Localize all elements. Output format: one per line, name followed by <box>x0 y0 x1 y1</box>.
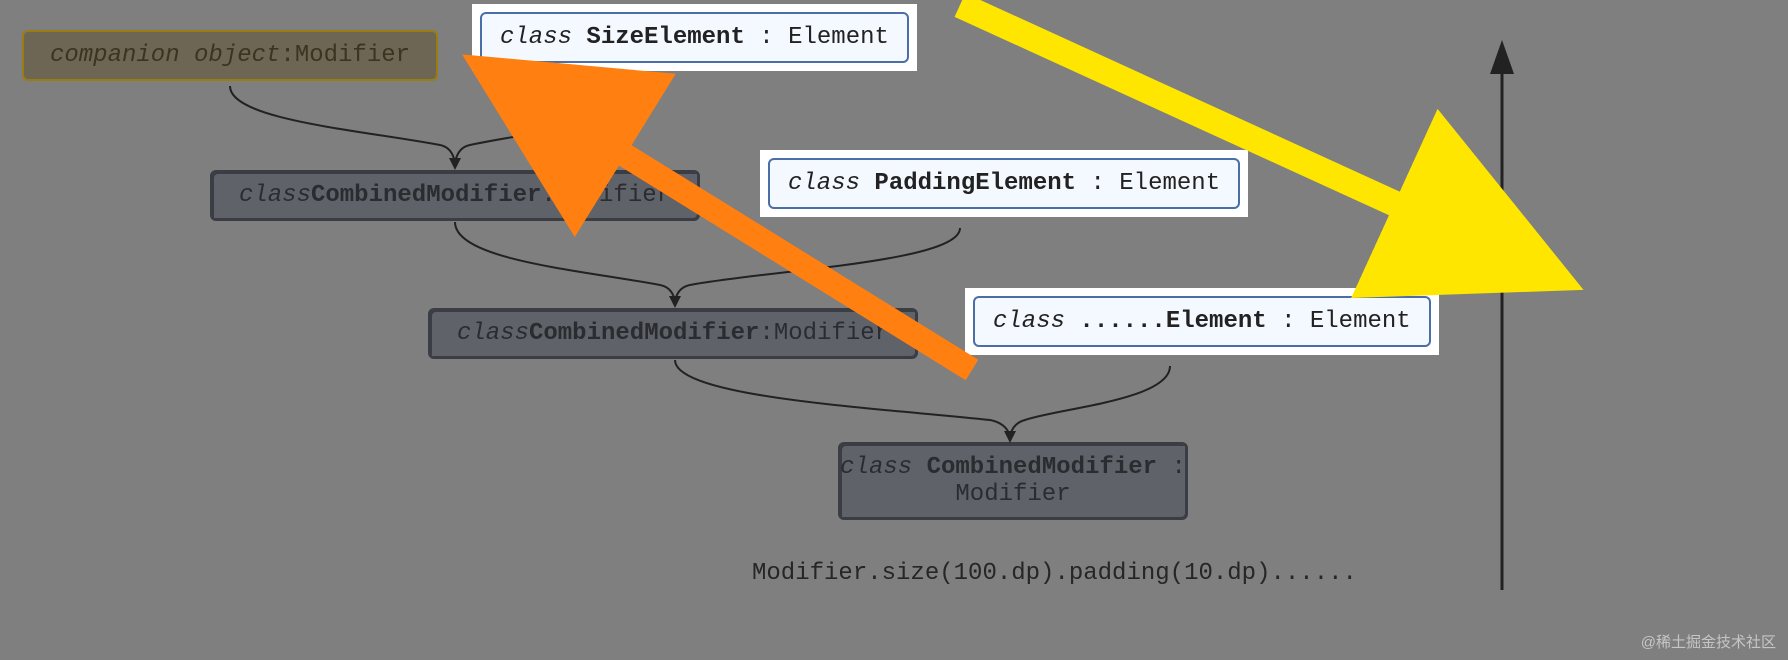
type: Modifier <box>774 320 889 347</box>
code-line: Modifier.size(100.dp).padding(10.dp)....… <box>752 560 1357 587</box>
name: CombinedModifier <box>529 320 759 347</box>
name: ......Element <box>1079 308 1266 335</box>
node-padding-element: class PaddingElement : Element <box>768 158 1240 209</box>
name: SizeElement <box>586 24 744 51</box>
sep: : <box>280 42 294 69</box>
node-size-element: class SizeElement : Element <box>480 12 909 63</box>
type: Element <box>788 24 889 51</box>
sep: : <box>759 24 788 51</box>
kw: class <box>500 24 586 51</box>
line1: class CombinedModifier : <box>840 454 1186 481</box>
node-generic-element: class ......Element : Element <box>973 296 1431 347</box>
sep: : <box>759 320 773 347</box>
type: Element <box>1310 308 1411 335</box>
watermark: @稀土掘金技术社区 <box>1641 631 1776 652</box>
node-size-element-wrapper: class SizeElement : Element <box>472 4 917 71</box>
kw: class <box>457 320 529 347</box>
type: Modifier <box>556 182 671 209</box>
type: Modifier <box>295 42 410 69</box>
node-padding-element-wrapper: class PaddingElement : Element <box>760 150 1248 217</box>
sep: : <box>1090 170 1119 197</box>
kw: class <box>993 308 1079 335</box>
sep: : <box>1171 454 1185 481</box>
type: Element <box>1119 170 1220 197</box>
kw: class <box>788 170 874 197</box>
kw: class <box>840 454 926 481</box>
name: CombinedModifier <box>927 454 1157 481</box>
kw: class <box>239 182 311 209</box>
node-combined-1: class CombinedModifier : Modifier <box>210 170 700 221</box>
node-generic-element-wrapper: class ......Element : Element <box>965 288 1439 355</box>
node-combined-2: class CombinedModifier : Modifier <box>428 308 918 359</box>
sep: : <box>541 182 555 209</box>
sep: : <box>1281 308 1310 335</box>
kw: companion object <box>50 42 280 69</box>
node-companion-object: companion object : Modifier <box>22 30 438 81</box>
name: CombinedModifier <box>311 182 541 209</box>
node-combined-3: class CombinedModifier : Modifier <box>838 442 1188 520</box>
type: Modifier <box>955 481 1070 508</box>
name: PaddingElement <box>874 170 1076 197</box>
